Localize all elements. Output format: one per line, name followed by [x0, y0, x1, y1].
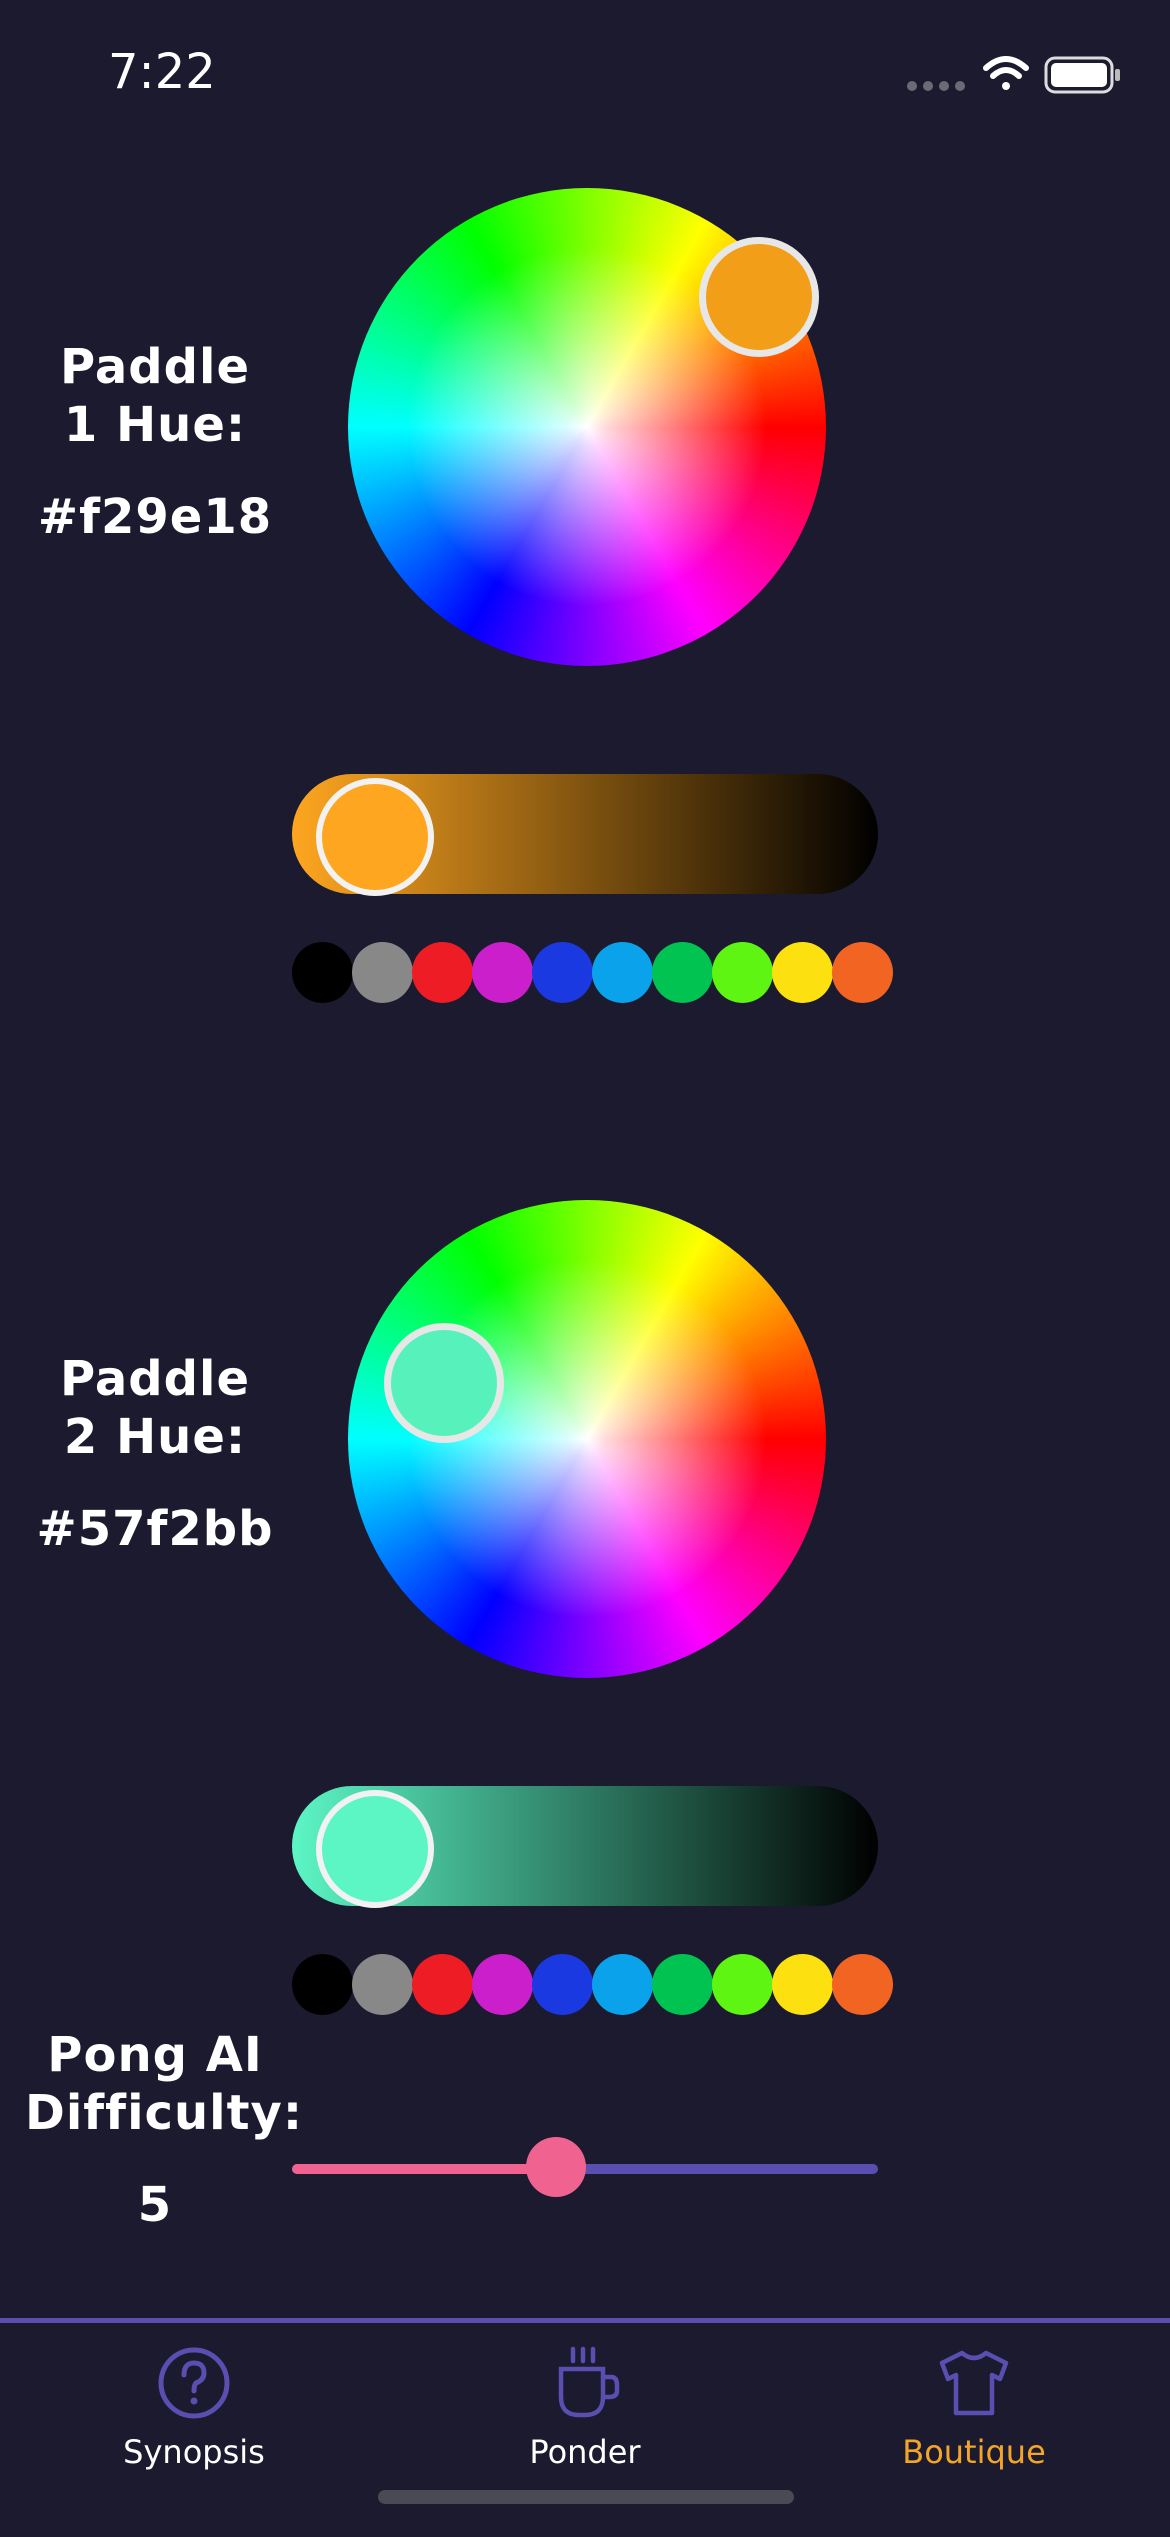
status-icons	[907, 56, 1120, 94]
paddle2-swatch-0[interactable]	[292, 1954, 353, 2015]
difficulty-label: Pong AI Difficulty: 5	[0, 2026, 310, 2234]
tab-synopsis-label: Synopsis	[123, 2433, 265, 2471]
paddle1-brightness-slider[interactable]	[292, 774, 878, 896]
battery-icon	[1044, 56, 1120, 94]
paddle2-swatch-row	[292, 1954, 894, 2015]
paddle1-hex: #f29e18	[37, 489, 273, 545]
paddle2-wheel-knob[interactable]	[384, 1323, 504, 1443]
paddle2-label: Paddle 2 Hue: #57f2bb	[0, 1350, 310, 1558]
tab-bar: Synopsis Ponder Boutique	[0, 2318, 1170, 2537]
wifi-icon	[983, 56, 1029, 90]
paddle1-brightness-knob[interactable]	[316, 778, 434, 896]
tshirt-icon	[939, 2350, 1009, 2416]
difficulty-slider-knob[interactable]	[525, 2137, 586, 2197]
status-time: 7:22	[108, 44, 216, 100]
tab-ponder-label: Ponder	[529, 2433, 641, 2471]
paddle1-swatch-9[interactable]	[832, 942, 893, 1003]
paddle2-swatch-1[interactable]	[352, 1954, 413, 2015]
paddle1-swatch-5[interactable]	[592, 942, 653, 1003]
home-indicator	[378, 2490, 794, 2504]
paddle1-wheel-knob[interactable]	[699, 237, 819, 357]
paddle1-swatch-2[interactable]	[412, 942, 473, 1003]
paddle2-color-wheel[interactable]	[348, 1200, 826, 1678]
paddle2-brightness-slider[interactable]	[292, 1786, 878, 1908]
paddle1-swatch-6[interactable]	[652, 942, 713, 1003]
paddle2-hex: #57f2bb	[36, 1501, 274, 1557]
difficulty-slider-fill	[292, 2164, 556, 2174]
paddle2-swatch-4[interactable]	[532, 1954, 593, 2015]
paddle2-swatch-2[interactable]	[412, 1954, 473, 2015]
paddle1-swatch-7[interactable]	[712, 942, 773, 1003]
difficulty-title: Pong AI Difficulty:	[25, 2027, 304, 2141]
paddle1-swatch-8[interactable]	[772, 942, 833, 1003]
difficulty-slider[interactable]	[292, 2137, 878, 2197]
paddle1-swatch-3[interactable]	[472, 942, 533, 1003]
paddle2-swatch-3[interactable]	[472, 1954, 533, 2015]
paddle1-swatch-0[interactable]	[292, 942, 353, 1003]
paddle1-swatch-row	[292, 942, 894, 1003]
cellular-signal-icon	[907, 81, 965, 91]
paddle2-swatch-8[interactable]	[772, 1954, 833, 2015]
question-circle-icon	[158, 2347, 230, 2419]
paddle1-swatch-1[interactable]	[352, 942, 413, 1003]
difficulty-value: 5	[137, 2177, 173, 2233]
paddle2-swatch-6[interactable]	[652, 1954, 713, 2015]
paddle2-swatch-7[interactable]	[712, 1954, 773, 2015]
paddle1-label: Paddle 1 Hue: #f29e18	[0, 338, 310, 546]
paddle2-swatch-9[interactable]	[832, 1954, 893, 2015]
paddle1-color-wheel[interactable]	[348, 188, 826, 666]
paddle1-title: Paddle 1 Hue:	[60, 339, 251, 453]
paddle2-swatch-5[interactable]	[592, 1954, 653, 2015]
paddle1-swatch-4[interactable]	[532, 942, 593, 1003]
paddle2-title: Paddle 2 Hue:	[60, 1351, 251, 1465]
coffee-cup-icon	[558, 2346, 620, 2418]
tab-boutique-label: Boutique	[902, 2433, 1046, 2471]
paddle2-brightness-knob[interactable]	[316, 1790, 434, 1908]
